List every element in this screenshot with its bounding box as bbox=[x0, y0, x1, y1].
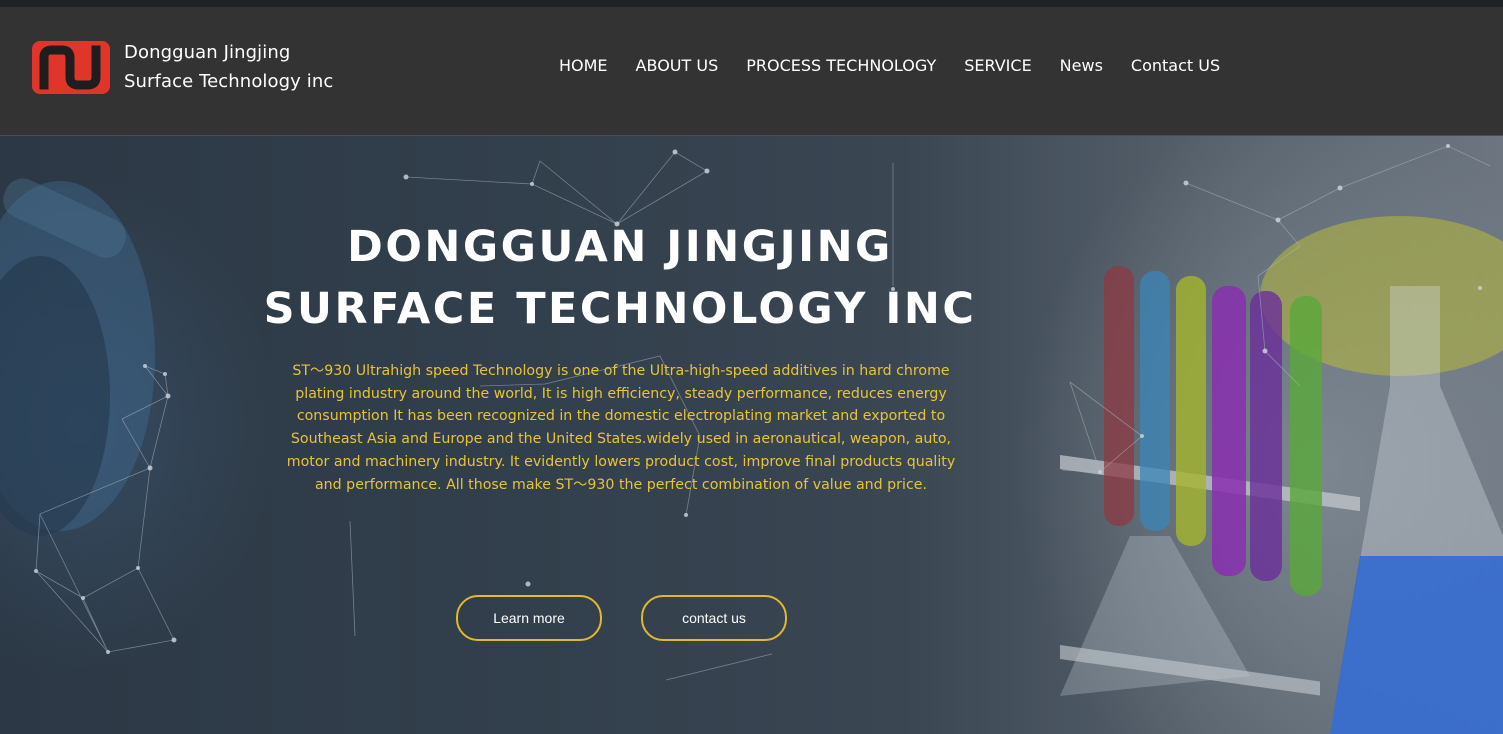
learn-more-button[interactable]: Learn more bbox=[456, 595, 602, 641]
contact-us-button[interactable]: contact us bbox=[641, 595, 787, 641]
brand-name-line2: Surface Technology inc bbox=[124, 71, 334, 92]
hero-title-line2: SURFACE TECHNOLOGY INC bbox=[263, 284, 977, 334]
top-strip bbox=[0, 0, 1503, 7]
nav-news[interactable]: News bbox=[1060, 54, 1103, 78]
nav-about-us[interactable]: ABOUT US bbox=[636, 54, 719, 78]
nav-home[interactable]: HOME bbox=[559, 54, 608, 78]
nav-contact-us[interactable]: Contact US bbox=[1131, 54, 1220, 78]
hero-banner: DONGGUAN JINGJING SURFACE TECHNOLOGY INC… bbox=[0, 136, 1503, 734]
brand-name-line1: Dongguan Jingjing bbox=[124, 42, 291, 63]
hero-description: ST～930 Ultrahigh speed Technology is one… bbox=[286, 363, 956, 493]
site-header: Dongguan Jingjing Surface Technology inc… bbox=[0, 7, 1503, 136]
logo-mark-icon bbox=[32, 41, 110, 94]
nav-service[interactable]: SERVICE bbox=[964, 54, 1031, 78]
microscope-lens-illustration bbox=[0, 178, 155, 536]
hero-title: DONGGUAN JINGJING SURFACE TECHNOLOGY INC bbox=[220, 216, 1020, 340]
nav-process-technology[interactable]: PROCESS TECHNOLOGY bbox=[746, 54, 936, 78]
test-tube-rack-illustration bbox=[1060, 216, 1503, 734]
main-nav: HOME ABOUT US PROCESS TECHNOLOGY SERVICE… bbox=[559, 54, 1248, 78]
hero-title-line1: DONGGUAN JINGJING bbox=[347, 222, 893, 272]
company-logo[interactable] bbox=[32, 41, 110, 94]
brand-name[interactable]: Dongguan Jingjing Surface Technology inc bbox=[124, 38, 333, 96]
